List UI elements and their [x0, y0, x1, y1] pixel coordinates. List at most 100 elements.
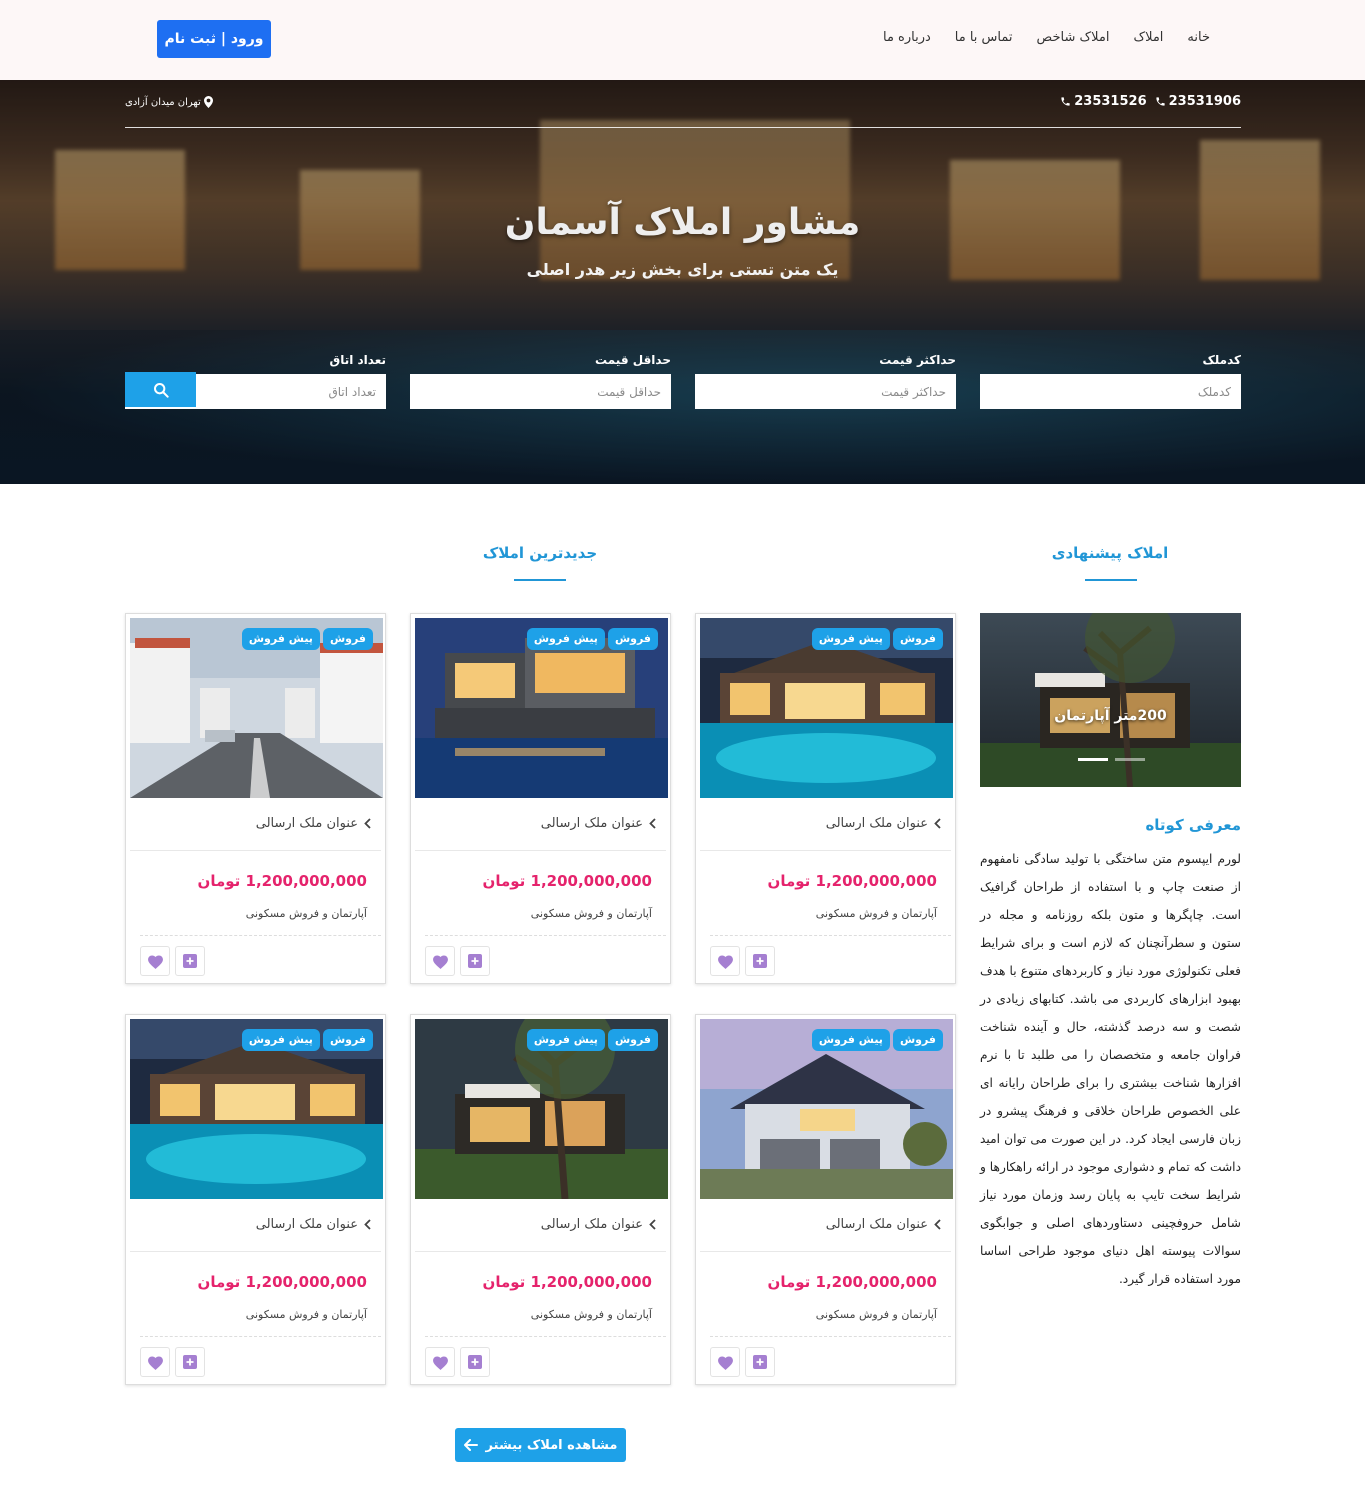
- intro-heading: معرفی کوتاه: [1145, 816, 1241, 834]
- property-title: عنوان ملک ارسالی: [825, 816, 928, 831]
- property-card[interactable]: فروش پیش فروش عنوان ملک ارسالی 1,200,000…: [410, 613, 671, 984]
- property-card[interactable]: فروش پیش فروش عنوان ملک ارسالی 1,200,000…: [125, 1014, 386, 1385]
- heart-icon: [147, 1355, 163, 1370]
- badge-presale: پیش فروش: [811, 1029, 890, 1051]
- login-register-button[interactable]: ورود | ثبت نام: [157, 20, 271, 58]
- chevron-left-icon: [364, 818, 371, 829]
- divider: [425, 935, 666, 936]
- property-image[interactable]: فروش پیش فروش: [415, 618, 668, 798]
- heart-icon: [147, 954, 163, 969]
- add-button[interactable]: [745, 946, 775, 976]
- favorite-button[interactable]: [140, 1347, 170, 1377]
- hero-subtitle: یک متن تستی برای بخش زیر هدر اصلی: [526, 260, 839, 279]
- suggested-property-slider[interactable]: 200متر آپارتمان: [980, 613, 1241, 787]
- divider: [140, 935, 381, 936]
- plus-square-icon: [753, 954, 767, 968]
- search-field-min-price: حداقل قیمت: [410, 352, 671, 409]
- main-menu: خانه املاک املاک شاخص تماس با ما درباره …: [883, 30, 1210, 45]
- phone-number-text: 23531526: [1074, 94, 1147, 109]
- add-button[interactable]: [745, 1347, 775, 1377]
- search-button[interactable]: [125, 372, 196, 407]
- search-field-code: کدملک: [980, 352, 1241, 409]
- slider-dot-active[interactable]: [1078, 758, 1108, 761]
- phone-number[interactable]: 23531906: [1155, 94, 1241, 109]
- phone-number[interactable]: 23531526: [1060, 94, 1147, 109]
- badge-sale: فروش: [322, 1029, 373, 1051]
- property-card[interactable]: فروش پیش فروش عنوان ملک ارسالی 1,200,000…: [410, 1014, 671, 1385]
- card-actions: [710, 946, 775, 976]
- nav-item-home[interactable]: خانه: [1187, 30, 1210, 45]
- property-card[interactable]: فروش پیش فروش عنوان ملک ارسالی 1,200,000…: [695, 1014, 956, 1385]
- property-image[interactable]: فروش پیش فروش: [700, 1019, 953, 1199]
- divider: [130, 850, 381, 851]
- favorite-button[interactable]: [425, 946, 455, 976]
- add-button[interactable]: [460, 1347, 490, 1377]
- badge-sale: فروش: [607, 628, 658, 650]
- favorite-button[interactable]: [710, 1347, 740, 1377]
- property-badges: فروش پیش فروش: [811, 628, 943, 650]
- property-price: 1,200,000,000 تومان: [197, 872, 367, 890]
- contact-bar: 23531906 23531526 تهران میدان آزادی: [125, 94, 1241, 128]
- card-actions: [425, 1347, 490, 1377]
- chevron-left-icon: [934, 818, 941, 829]
- property-card[interactable]: فروش پیش فروش عنوان ملک ارسالی 1,200,000…: [125, 613, 386, 984]
- search-icon: [153, 382, 169, 398]
- property-price: 1,200,000,000 تومان: [197, 1273, 367, 1291]
- top-navbar: خانه املاک املاک شاخص تماس با ما درباره …: [0, 0, 1365, 80]
- property-price: 1,200,000,000 تومان: [482, 1273, 652, 1291]
- min-price-input[interactable]: [410, 374, 671, 409]
- divider: [700, 850, 951, 851]
- property-title-link[interactable]: عنوان ملک ارسالی: [541, 816, 656, 831]
- favorite-button[interactable]: [710, 946, 740, 976]
- slider-dot[interactable]: [1115, 758, 1145, 761]
- map-pin-icon: [203, 96, 213, 108]
- add-button[interactable]: [175, 946, 205, 976]
- badge-sale: فروش: [607, 1029, 658, 1051]
- add-button[interactable]: [175, 1347, 205, 1377]
- badge-sale: فروش: [892, 628, 943, 650]
- card-actions: [425, 946, 490, 976]
- divider: [130, 1251, 381, 1252]
- plus-square-icon: [183, 954, 197, 968]
- property-card[interactable]: فروش پیش فروش عنوان ملک ارسالی 1,200,000…: [695, 613, 956, 984]
- heart-icon: [432, 1355, 448, 1370]
- property-image[interactable]: فروش پیش فروش: [415, 1019, 668, 1199]
- divider: [710, 1336, 951, 1337]
- favorite-button[interactable]: [140, 946, 170, 976]
- property-title-link[interactable]: عنوان ملک ارسالی: [826, 1217, 941, 1232]
- property-image[interactable]: فروش پیش فروش: [130, 1019, 383, 1199]
- property-badges: فروش پیش فروش: [241, 1029, 373, 1051]
- badge-presale: پیش فروش: [526, 1029, 605, 1051]
- nav-item-about[interactable]: درباره ما: [883, 30, 931, 45]
- property-title-link[interactable]: عنوان ملک ارسالی: [826, 816, 941, 831]
- nav-item-contact[interactable]: تماس با ما: [955, 30, 1013, 45]
- property-type: آپارتمان و فروش مسکونی: [815, 907, 937, 920]
- chevron-left-icon: [364, 1219, 371, 1230]
- property-code-input[interactable]: [980, 374, 1241, 409]
- property-title-link[interactable]: عنوان ملک ارسالی: [256, 1217, 371, 1232]
- divider: [425, 1336, 666, 1337]
- hero-overlay: [0, 80, 1365, 484]
- plus-square-icon: [468, 1355, 482, 1369]
- slide-caption: 200متر آپارتمان: [1054, 708, 1167, 724]
- heart-icon: [717, 954, 733, 969]
- favorite-button[interactable]: [425, 1347, 455, 1377]
- property-title-link[interactable]: عنوان ملک ارسالی: [541, 1217, 656, 1232]
- nav-item-properties[interactable]: املاک: [1133, 30, 1163, 45]
- view-more-properties-button[interactable]: مشاهده املاک بیشتر: [455, 1428, 626, 1462]
- suggested-properties-heading: املاک پیشنهادی: [1051, 544, 1169, 562]
- property-title-link[interactable]: عنوان ملک ارسالی: [256, 816, 371, 831]
- add-button[interactable]: [460, 946, 490, 976]
- property-image[interactable]: فروش پیش فروش: [700, 618, 953, 798]
- property-image[interactable]: فروش پیش فروش: [130, 618, 383, 798]
- max-price-input[interactable]: [695, 374, 956, 409]
- nav-item-featured[interactable]: املاک شاخص: [1037, 30, 1110, 45]
- phone-number-text: 23531906: [1168, 94, 1241, 109]
- property-type: آپارتمان و فروش مسکونی: [530, 1308, 652, 1321]
- property-title: عنوان ملک ارسالی: [825, 1217, 928, 1232]
- card-actions: [140, 1347, 205, 1377]
- arrow-left-icon: [463, 1439, 478, 1451]
- property-badges: فروش پیش فروش: [811, 1029, 943, 1051]
- phone-list: 23531906 23531526: [1060, 94, 1241, 109]
- property-badges: فروش پیش فروش: [526, 628, 658, 650]
